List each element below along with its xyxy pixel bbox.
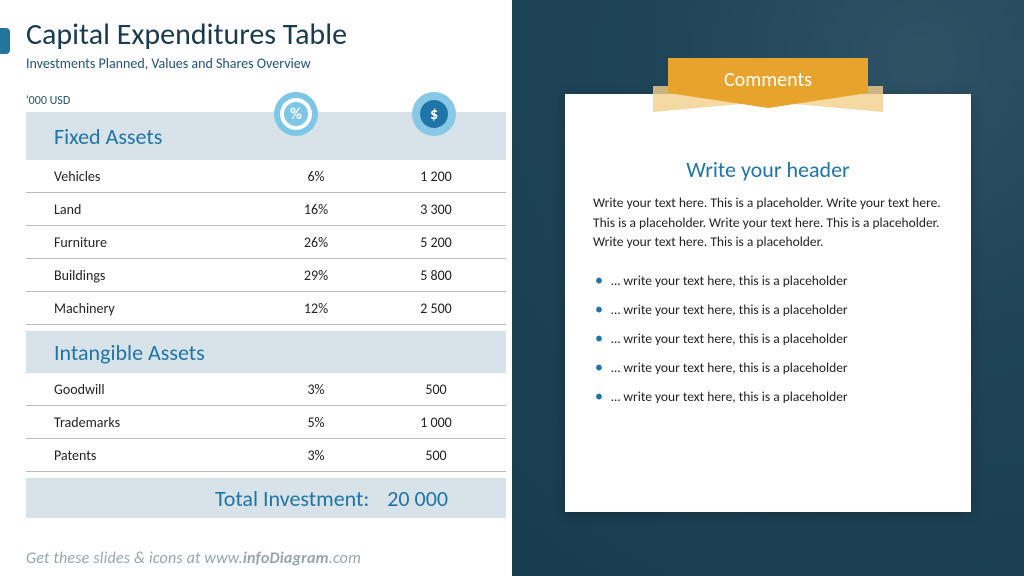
table-row: Patents 3% 500: [26, 439, 506, 472]
table-row: Trademarks 5% 1 000: [26, 406, 506, 439]
row-val: 5 200: [376, 234, 496, 251]
row-pct: 3%: [256, 447, 376, 464]
row-pct: 29%: [256, 267, 376, 284]
dollar-icon: $: [412, 92, 456, 136]
row-val: 1 000: [376, 414, 496, 431]
list-item: … write your text here, this is a placeh…: [593, 295, 943, 324]
row-val: 500: [376, 447, 496, 464]
section-intangible-header: Intangible Assets: [26, 331, 506, 373]
row-pct: 3%: [256, 381, 376, 398]
list-item: … write your text here, this is a placeh…: [593, 382, 943, 411]
comments-header: Write your header: [593, 156, 943, 183]
comments-paragraph: Write your text here. This is a placehol…: [593, 193, 943, 252]
table-row: Buildings 29% 5 800: [26, 259, 506, 292]
row-name: Machinery: [26, 300, 256, 317]
comments-bullets: … write your text here, this is a placeh…: [593, 266, 943, 411]
row-pct: 6%: [256, 168, 376, 185]
table-row: Vehicles 6% 1 200: [26, 160, 506, 193]
section-fixed-header: Fixed Assets % $: [26, 112, 506, 160]
section-fixed-label: Fixed Assets: [26, 123, 256, 150]
table-row: Machinery 12% 2 500: [26, 292, 506, 325]
left-panel: Capital Expenditures Table Investments P…: [0, 0, 512, 576]
table-row: Furniture 26% 5 200: [26, 226, 506, 259]
total-row: Total Investment: 20 000: [26, 478, 506, 518]
row-val: 3 300: [376, 201, 496, 218]
row-name: Land: [26, 201, 256, 218]
percent-icon: %: [274, 92, 318, 136]
table-row: Goodwill 3% 500: [26, 373, 506, 406]
right-panel: Comments Write your header Write your te…: [512, 0, 1024, 576]
row-name: Patents: [26, 447, 256, 464]
row-pct: 5%: [256, 414, 376, 431]
list-item: … write your text here, this is a placeh…: [593, 353, 943, 382]
total-value: 20 000: [387, 485, 448, 512]
row-pct: 12%: [256, 300, 376, 317]
row-name: Buildings: [26, 267, 256, 284]
capex-table: Fixed Assets % $ Vehicles 6% 1 200 Land …: [26, 112, 506, 518]
row-val: 1 200: [376, 168, 496, 185]
row-name: Furniture: [26, 234, 256, 251]
table-row: Land 16% 3 300: [26, 193, 506, 226]
accent-tab: [0, 28, 10, 54]
list-item: … write your text here, this is a placeh…: [593, 266, 943, 295]
section-intangible-label: Intangible Assets: [26, 339, 256, 366]
list-item: … write your text here, this is a placeh…: [593, 324, 943, 353]
total-label: Total Investment:: [215, 485, 369, 512]
row-val: 500: [376, 381, 496, 398]
row-name: Goodwill: [26, 381, 256, 398]
row-val: 5 800: [376, 267, 496, 284]
row-pct: 26%: [256, 234, 376, 251]
row-name: Trademarks: [26, 414, 256, 431]
row-pct: 16%: [256, 201, 376, 218]
footer-credit: Get these slides & icons at www.infoDiag…: [26, 549, 361, 568]
comments-card: Comments Write your header Write your te…: [565, 94, 971, 512]
comments-ribbon: Comments: [653, 58, 883, 108]
page-subtitle: Investments Planned, Values and Shares O…: [26, 55, 512, 72]
row-val: 2 500: [376, 300, 496, 317]
page-title: Capital Expenditures Table: [26, 18, 512, 51]
row-name: Vehicles: [26, 168, 256, 185]
